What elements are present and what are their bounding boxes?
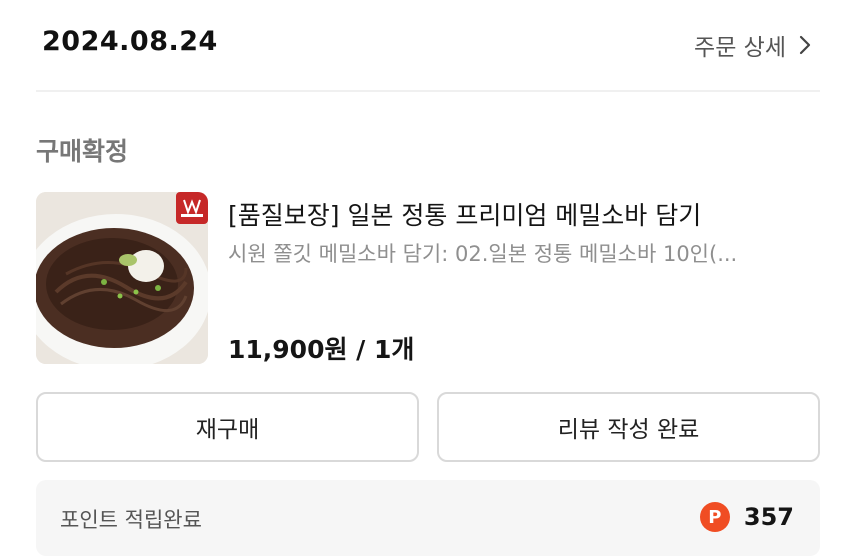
soba-illustration xyxy=(36,192,208,364)
chevron-right-icon xyxy=(798,34,812,56)
product-price: 11,900원 / 1개 xyxy=(228,335,415,364)
reorder-button[interactable]: 재구매 xyxy=(36,392,419,462)
points-summary: P 357 xyxy=(699,502,794,532)
order-date: 2024.08.24 xyxy=(42,26,218,57)
order-detail-link[interactable]: 주문 상세 xyxy=(694,28,812,62)
point-icon: P xyxy=(699,502,730,532)
order-card: 2024.08.24 주문 상세 구매확정 [품질보장] 일본 정통 프리미엄 … xyxy=(0,0,856,560)
points-label: 포인트 적립완료 xyxy=(60,508,202,532)
product-title[interactable]: [품질보장] 일본 정통 프리미엄 메밀소바 담기 xyxy=(228,196,808,232)
product-image[interactable] xyxy=(36,192,208,364)
order-header: 2024.08.24 주문 상세 xyxy=(36,0,820,92)
points-panel: 포인트 적립완료 P 357 xyxy=(36,480,820,556)
order-detail-label: 주문 상세 xyxy=(694,35,786,61)
points-value: 357 xyxy=(743,503,794,531)
order-status: 구매확정 xyxy=(36,137,129,166)
product-option: 시원 쫄깃 메밀소바 담기: 02.일본 정통 메밀소바 10인(... xyxy=(228,242,738,266)
review-complete-button[interactable]: 리뷰 작성 완료 xyxy=(437,392,820,462)
